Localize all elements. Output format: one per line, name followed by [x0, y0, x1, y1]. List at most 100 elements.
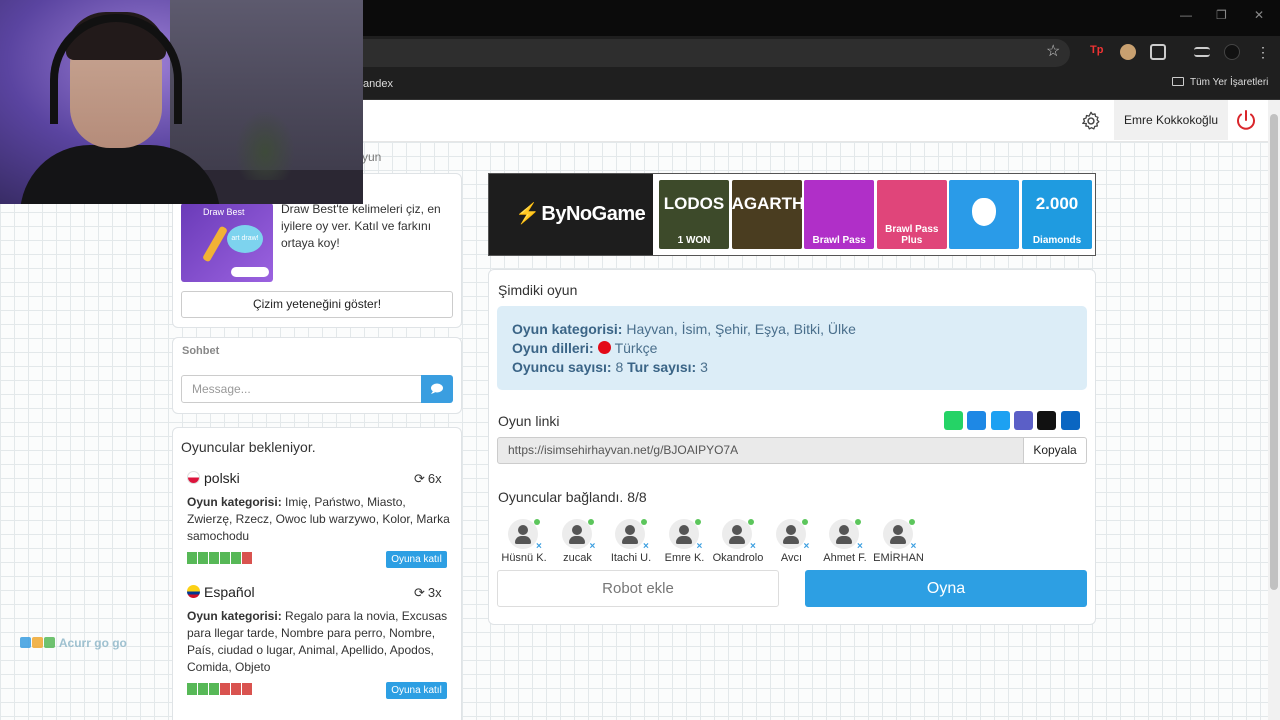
ecuador-flag-icon — [187, 585, 200, 598]
info-languages-label: Oyun dilleri: — [512, 340, 594, 356]
ad-product-tile[interactable]: 2.000 Diamonds — [1022, 180, 1092, 249]
room-language: polski — [187, 470, 240, 486]
draw-best-promo-image[interactable]: Draw Best art draw! — [181, 203, 273, 282]
player-filled-icon — [209, 552, 219, 564]
online-status-icon — [641, 519, 647, 525]
promo-image-title: Draw Best — [203, 207, 245, 217]
ad-product-tile[interactable] — [949, 180, 1020, 249]
player-name: zucak — [563, 552, 592, 564]
player-empty-icon — [242, 552, 252, 564]
room-language: Español — [187, 584, 255, 600]
watermark-text: Acurr go go — [58, 636, 127, 650]
kick-player-icon[interactable]: × — [590, 541, 596, 552]
info-category-label: Oyun kategorisi: — [512, 321, 623, 337]
kick-player-icon[interactable]: × — [697, 541, 703, 552]
snapchat-icon[interactable] — [1037, 411, 1057, 430]
kick-player-icon[interactable]: × — [857, 541, 863, 552]
turkey-flag-icon — [597, 341, 611, 354]
ad-tile-title: LODOS — [663, 194, 725, 213]
waiting-rooms-title: Oyuncular bekleniyor. — [181, 439, 316, 455]
player-name: Okandrolo — [712, 552, 764, 564]
player-filled-icon — [231, 552, 241, 564]
close-icon[interactable]: ✕ — [1254, 8, 1264, 22]
ad-product-tile[interactable]: Brawl Pass Plus — [876, 180, 947, 249]
join-room-button[interactable]: Oyuna katıl — [386, 551, 447, 568]
chat-send-button[interactable] — [421, 375, 453, 403]
player-filled-icon — [209, 683, 219, 695]
user-avatar-icon — [775, 519, 806, 549]
headset-icon — [50, 14, 182, 124]
bookmark-all-label: Tüm Yer İşaretleri — [1190, 77, 1269, 88]
gear-icon[interactable] — [1080, 110, 1102, 132]
info-rounds-label: Tur sayısı: — [627, 359, 697, 375]
ad-product-tile[interactable]: LODOS 1 WON — [659, 180, 729, 249]
online-status-icon — [908, 519, 915, 525]
info-languages-value: Türkçe — [614, 340, 658, 356]
minimize-icon[interactable]: — — [1180, 8, 1192, 22]
menu-kebab-icon[interactable]: ⋮ — [1256, 44, 1270, 60]
online-status-icon — [534, 519, 540, 525]
whatsapp-icon[interactable] — [944, 411, 963, 430]
info-rounds-value: 3 — [700, 359, 708, 375]
player-empty-icon — [231, 683, 241, 695]
kick-player-icon[interactable]: × — [804, 541, 810, 552]
connected-players-title: Oyuncular bağlandı. 8/8 — [498, 489, 647, 505]
power-icon[interactable] — [1234, 108, 1258, 132]
extension-tp-icon[interactable]: Tp — [1090, 44, 1106, 60]
watermark-logo-icon — [20, 637, 31, 648]
profile-icon[interactable] — [1224, 44, 1240, 60]
room-language-label: polski — [204, 470, 240, 486]
chat-message-input[interactable]: Message... — [181, 375, 422, 403]
online-status-icon — [855, 519, 861, 525]
room-categories: Oyun kategorisi: Regalo para la novia, E… — [187, 608, 452, 676]
player-card: × EMİRHAN — [869, 517, 929, 565]
kick-player-icon[interactable]: × — [536, 541, 542, 552]
game-link-input[interactable]: https://isimsehirhayvan.net/g/BJOAIPYO7A — [497, 437, 1024, 464]
chat-title: Sohbet — [182, 345, 220, 357]
kick-player-icon[interactable]: × — [643, 541, 649, 552]
player-name: Emre K. — [664, 552, 705, 564]
webcam-plant — [235, 110, 295, 180]
user-avatar-icon — [561, 519, 592, 549]
play-button[interactable]: Oyna — [805, 570, 1087, 607]
bookmark-yandex[interactable]: andex — [363, 78, 393, 90]
user-avatar-icon — [668, 519, 699, 549]
brush-icon — [202, 225, 228, 263]
room-player-slots — [187, 683, 252, 695]
room-round-count: ⟳ 3x — [414, 585, 442, 601]
ad-product-tile[interactable]: Brawl Pass — [804, 180, 875, 249]
draw-skill-button[interactable]: Çizim yeteneğini göster! — [181, 291, 453, 318]
kick-player-icon[interactable]: × — [911, 541, 917, 552]
current-game-title: Şimdiki oyun — [498, 282, 578, 298]
join-room-button[interactable]: Oyuna katıl — [386, 682, 447, 699]
room-count-label: 3x — [427, 585, 442, 600]
address-bar[interactable] — [330, 39, 1070, 67]
player-name: Ahmet F. — [823, 552, 867, 564]
add-robot-button[interactable]: Robot ekle — [497, 570, 779, 607]
ad-product-tile[interactable]: AGARTHA — [731, 180, 802, 249]
maximize-icon[interactable]: ❐ — [1216, 8, 1227, 22]
player-card: × Emre K. — [655, 517, 715, 565]
info-players-value: 8 — [615, 359, 624, 375]
extension-avatar-icon[interactable] — [1120, 44, 1136, 60]
ad-logo[interactable]: ⚡ ByNoGame — [489, 174, 653, 255]
user-name-button[interactable]: Emre Kokkokoğlu — [1114, 100, 1229, 140]
teams-icon[interactable] — [1013, 411, 1033, 430]
share-plus-icon[interactable] — [1060, 411, 1080, 430]
copy-link-button[interactable]: Kopyala — [1023, 437, 1087, 464]
scrollbar-thumb[interactable] — [1270, 114, 1278, 590]
info-category: Oyun kategorisi: Hayvan, İsim, Şehir, Eş… — [512, 321, 856, 337]
bookmark-all-folder[interactable]: Tüm Yer İşaretleri — [1172, 77, 1268, 88]
ad-tile-title: 2.000 — [1035, 194, 1079, 213]
twitter-icon[interactable] — [990, 411, 1010, 430]
media-control-icon[interactable] — [1194, 47, 1210, 57]
room-language-label: Español — [204, 584, 255, 600]
player-name: Hüsnü K. — [501, 552, 547, 564]
apple-icon — [972, 198, 997, 226]
kick-player-icon[interactable]: × — [750, 541, 756, 552]
ad-tile-caption: 1 WON — [677, 235, 711, 246]
messenger-icon[interactable] — [967, 411, 987, 430]
extensions-puzzle-icon[interactable] — [1150, 44, 1166, 60]
bookmark-star-icon[interactable]: ☆ — [1046, 41, 1060, 61]
webcam-overlay — [0, 0, 363, 204]
